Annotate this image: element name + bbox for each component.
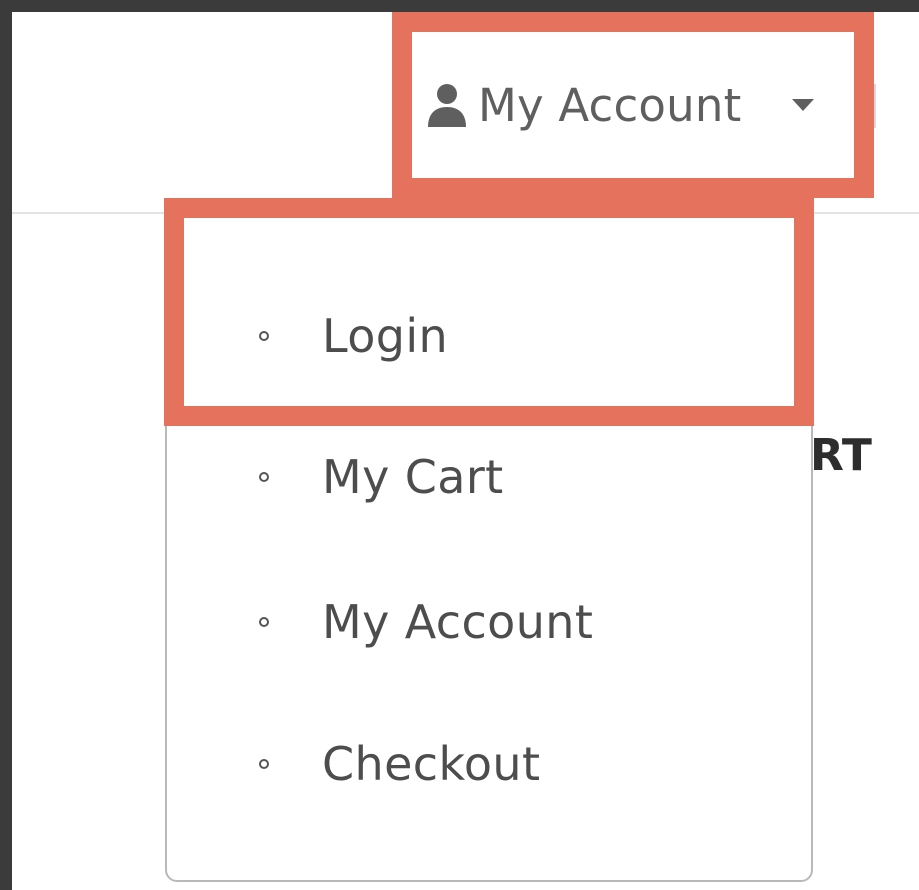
menu-item-my-cart[interactable]: My Cart [167,439,811,519]
account-dropdown-menu: Login My Cart My Account Checkout [165,198,813,882]
menu-item-label: My Account [322,595,594,649]
my-account-label: My Account [478,79,742,132]
user-icon [428,84,466,127]
menu-item-label: My Cart [322,450,504,504]
header-separator [874,84,876,128]
caret-down-icon [792,99,814,111]
bullet-icon [259,472,269,482]
bullet-icon [259,617,269,627]
background-partial-text: RT [810,430,872,481]
menu-item-my-account[interactable]: My Account [167,584,811,664]
menu-item-login[interactable]: Login [167,298,811,378]
menu-item-checkout[interactable]: Checkout [167,726,811,806]
menu-item-label: Login [322,309,449,363]
bullet-icon [259,331,269,341]
menu-item-label: Checkout [322,737,541,791]
bullet-icon [259,759,269,769]
